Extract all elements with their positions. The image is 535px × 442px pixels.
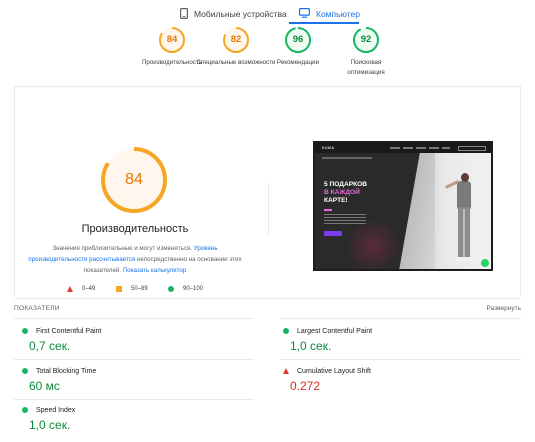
tab-desktop-label: Компьютер [316,9,360,19]
tab-mobile-label: Мобильные устройства [194,9,287,19]
headline-line: 5 ПОДАРКОВ [324,181,368,188]
status-good-icon [22,368,28,374]
preview-nav-button [458,145,486,151]
legend-bad: 0–49 [67,286,95,292]
metrics-divider [280,359,521,360]
headline-line: КАРТЕ! [324,197,348,204]
metric-value: 0.272 [290,379,321,393]
performance-description: Значения приблизительные и могут изменят… [25,243,245,276]
section-frame-left [14,86,15,296]
metric-name: Largest Contentful Paint [297,327,373,335]
legend-good-label: 90–100 [183,286,204,292]
preview-navbar: KUMA [315,143,491,153]
square-icon [116,286,122,292]
preview-logo: KUMA [322,146,335,150]
score-circle: 82 [222,26,250,54]
metric-name: Total Blocking Time [36,367,97,375]
metrics-divider [280,318,521,319]
status-good-icon [22,407,28,413]
metrics-title: ПОКАЗАТЕЛИ [14,305,60,312]
preview-accent-line [324,209,332,211]
metric-fcp: First Contentful Paint 0,7 сек. [22,326,262,353]
preview-model-body [457,181,471,209]
preview-subtitle [322,157,372,159]
performance-title: Производительность [81,223,189,235]
calculator-link[interactable]: Показать калькулятор [123,267,186,274]
metrics-divider [14,318,254,319]
score-value: 82 [230,34,242,45]
performance-gauge: 84 [99,145,169,215]
tab-desktop[interactable]: Компьютер [299,5,360,23]
preview-cta-button [324,231,342,236]
headline-line: В КАЖДОЙ [324,189,360,196]
device-tabs: Мобильные устройства Компьютер [0,0,535,26]
score-legend: 0–49 50–89 90–100 [0,286,535,296]
score-value: 96 [292,34,304,45]
score-label: Поисковая оптимизация [347,59,385,76]
score-circle: 92 [352,26,380,54]
active-tab-indicator [289,22,359,24]
vertical-separator [268,183,269,235]
metric-value: 0,7 сек. [29,339,71,353]
category-scores: 84 Производительность 82 Специальные воз… [0,26,535,86]
score-value: 84 [166,34,178,45]
legend-good: 90–100 [168,286,203,292]
status-bad-icon [283,368,289,374]
preview-body-text [324,214,366,226]
expand-button[interactable]: Развернуть [487,305,521,312]
page-screenshot: KUMA 5 ПОДАРКОВ В КАЖДОЙ КАРТЕ! [313,141,493,271]
metric-name: Cumulative Layout Shift [297,367,371,375]
score-value: 92 [360,34,372,45]
legend-average: 50–89 [116,286,148,292]
preview-model-head [461,173,469,182]
metrics-divider [14,359,254,360]
section-divider [14,298,521,299]
metric-value: 1,0 сек. [29,418,71,432]
triangle-icon [67,286,73,292]
chat-icon [481,259,489,267]
score-circle: 96 [284,26,312,54]
performance-score: 84 [125,171,143,188]
score-circle: 84 [158,26,186,54]
smartphone-icon [180,7,189,21]
metric-value: 60 мс [29,379,60,393]
metric-speed-index: Speed Index 1,0 сек. [22,405,262,432]
tab-mobile[interactable]: Мобильные устройства [180,5,287,23]
gauge-seo[interactable]: 92 Поисковая оптимизация [326,26,406,78]
preview-headline: 5 ПОДАРКОВ В КАЖДОЙ КАРТЕ! [324,181,367,205]
section-divider [14,86,521,87]
metric-value: 1,0 сек. [290,339,332,353]
metric-name: First Contentful Paint [36,327,102,335]
metric-lcp: Largest Contentful Paint 1,0 сек. [283,326,523,353]
preview-model-shoes [455,257,475,261]
metric-cls: Cumulative Layout Shift 0.272 [283,366,523,393]
metric-tbt: Total Blocking Time 60 мс [22,366,262,393]
legend-bad-label: 0–49 [82,286,96,292]
status-good-icon [22,328,28,334]
legend-average-label: 50–89 [131,286,148,292]
status-good-icon [283,328,289,334]
preview-nav-links [390,146,450,149]
metrics-header: ПОКАЗАТЕЛИ Развернуть [14,305,521,317]
preview-swirl [343,221,403,269]
metric-name: Speed Index [36,406,76,414]
desc-text: Значения приблизительные и могут изменят… [52,245,194,252]
preview-model-legs [458,207,470,259]
monitor-icon [299,8,311,20]
circle-icon [168,286,174,292]
section-frame-right [520,86,521,296]
metrics-divider [14,399,254,400]
